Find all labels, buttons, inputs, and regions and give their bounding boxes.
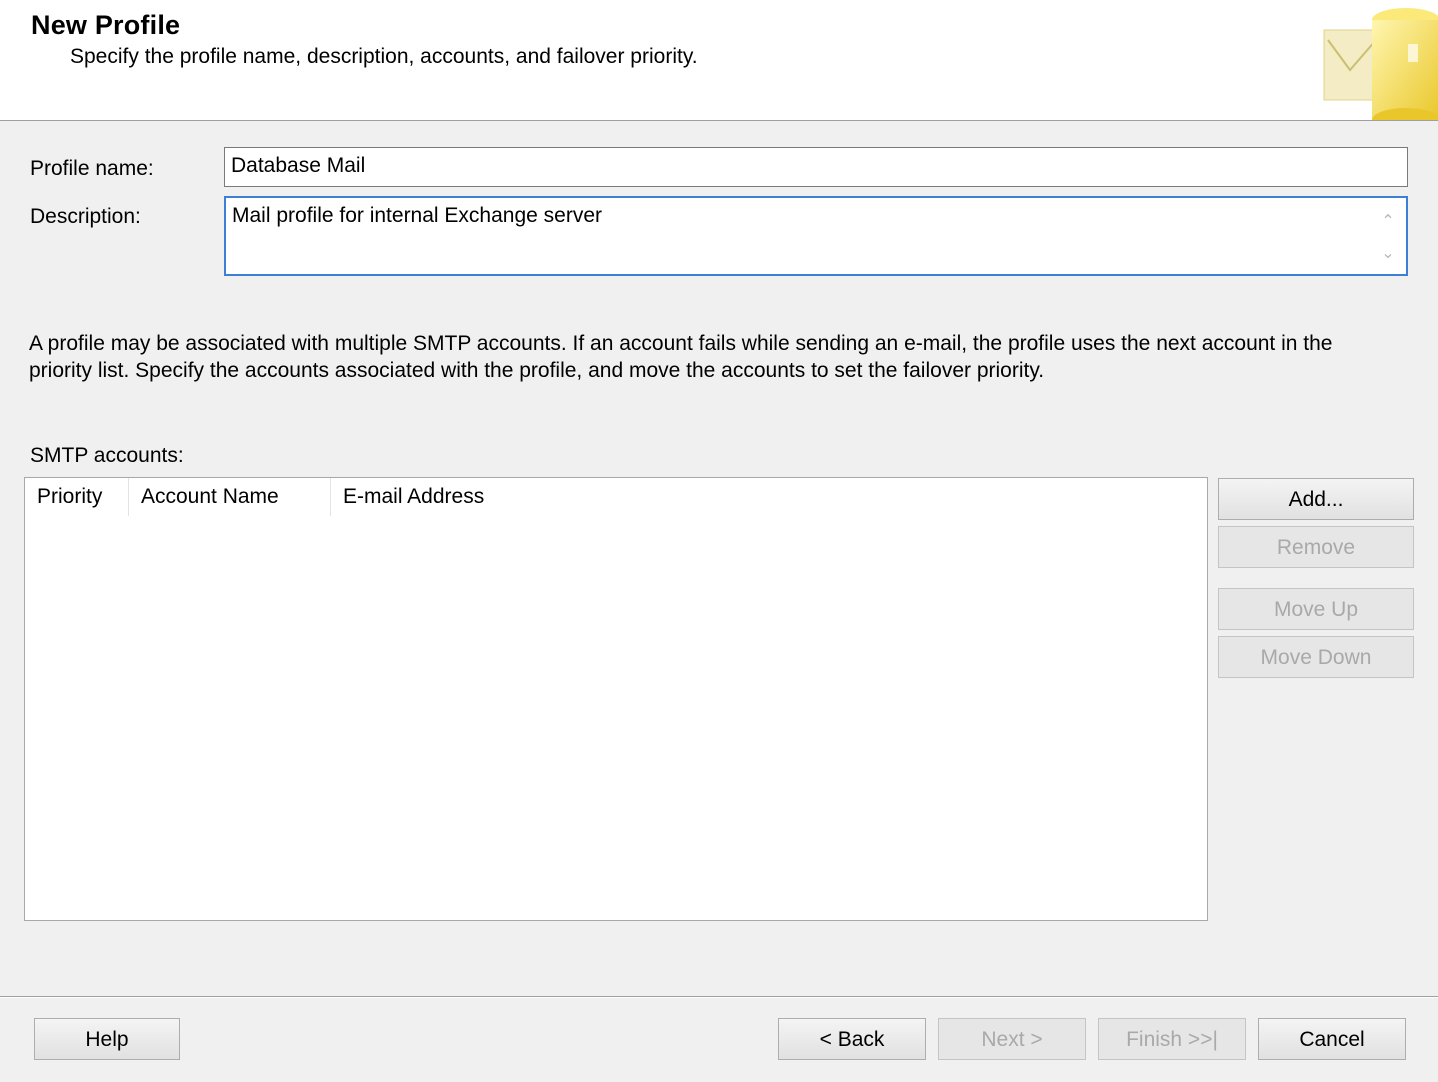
next-button[interactable]: Next > [938,1018,1086,1060]
page-title: New Profile [31,10,181,40]
move-down-button[interactable]: Move Down [1218,636,1414,678]
add-button[interactable]: Add... [1218,478,1414,520]
description-label: Description: [30,205,141,228]
column-header-email-address[interactable]: E-mail Address [331,478,509,516]
cancel-button[interactable]: Cancel [1258,1018,1406,1060]
help-button[interactable]: Help [34,1018,180,1060]
scroll-down-icon[interactable]: ⌄ [1376,238,1400,270]
profile-name-value: Database Mail [231,154,366,177]
profile-name-label: Profile name: [30,157,154,180]
database-mail-icon [1320,0,1438,132]
description-scrollbar[interactable]: ⌃ ⌄ [1376,206,1400,270]
column-header-priority[interactable]: Priority [25,478,129,516]
scroll-up-icon[interactable]: ⌃ [1376,206,1400,238]
smtp-accounts-list[interactable]: Priority Account Name E-mail Address [24,477,1208,921]
description-value: Mail profile for internal Exchange serve… [232,204,603,227]
column-header-account-name[interactable]: Account Name [129,478,331,516]
back-button[interactable]: < Back [778,1018,926,1060]
smtp-accounts-label: SMTP accounts: [30,444,184,467]
wizard-header: New Profile Specify the profile name, de… [0,0,1438,132]
move-up-button[interactable]: Move Up [1218,588,1414,630]
info-text: A profile may be associated with multipl… [29,332,1333,382]
remove-button[interactable]: Remove [1218,526,1414,568]
description-input[interactable]: Mail profile for internal Exchange serve… [224,196,1408,276]
finish-button[interactable]: Finish >>| [1098,1018,1246,1060]
page-subtitle: Specify the profile name, description, a… [70,45,698,68]
profile-name-input[interactable]: Database Mail [224,147,1408,187]
footer-separator [0,996,1438,998]
